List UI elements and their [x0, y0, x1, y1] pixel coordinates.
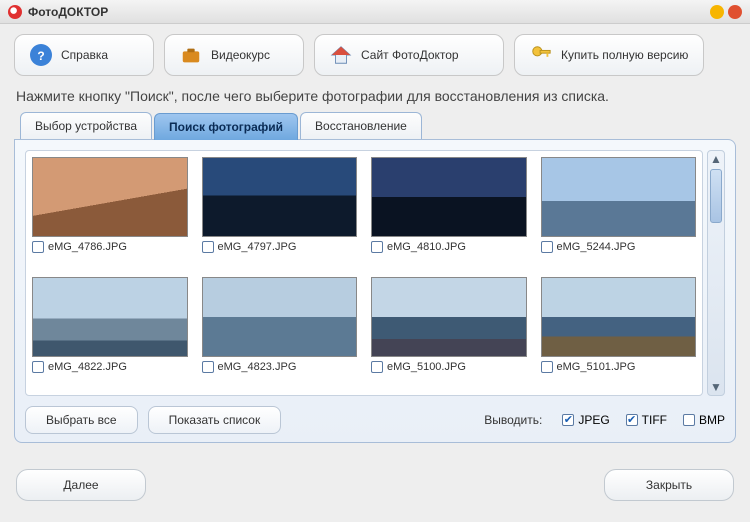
window-title: ФотоДОКТОР: [28, 5, 108, 19]
thumbnail-image: [541, 157, 697, 237]
thumbnail-checkbox[interactable]: [202, 361, 214, 373]
filter-bmp-label: BMP: [699, 413, 725, 427]
output-label: Выводить:: [484, 413, 542, 427]
filter-jpeg-label: JPEG: [578, 413, 609, 427]
search-panel: eMG_4786.JPG eMG_4797.JPG eMG_4810.JPG e…: [14, 139, 736, 443]
site-label: Сайт ФотоДоктор: [361, 48, 459, 62]
thumbnail-item[interactable]: eMG_4786.JPG: [32, 157, 188, 269]
filter-tiff-checkbox[interactable]: [626, 414, 638, 426]
thumbnail-checkbox[interactable]: [371, 241, 383, 253]
thumbnail-item[interactable]: eMG_4823.JPG: [202, 277, 358, 389]
scrollbar[interactable]: ▲ ▼: [707, 150, 725, 396]
thumbnail-image: [541, 277, 697, 357]
thumbnail-filename: eMG_4797.JPG: [218, 241, 297, 253]
svg-text:?: ?: [37, 49, 44, 63]
filter-jpeg-checkbox[interactable]: [562, 414, 574, 426]
scroll-up-icon[interactable]: ▲: [708, 151, 724, 167]
thumbnail-filename: eMG_4786.JPG: [48, 241, 127, 253]
minimize-button[interactable]: [710, 5, 724, 19]
briefcase-icon: [179, 43, 203, 67]
select-all-button[interactable]: Выбрать все: [25, 406, 138, 434]
thumbnail-filename: eMG_5100.JPG: [387, 361, 466, 373]
help-button[interactable]: ? Справка: [14, 34, 154, 76]
thumbnail-checkbox[interactable]: [202, 241, 214, 253]
thumbnail-grid: eMG_4786.JPG eMG_4797.JPG eMG_4810.JPG e…: [25, 150, 703, 396]
thumbnail-checkbox[interactable]: [32, 241, 44, 253]
thumbnail-filename: eMG_4823.JPG: [218, 361, 297, 373]
tab-restore[interactable]: Восстановление: [300, 112, 422, 139]
thumbnail-filename: eMG_5101.JPG: [557, 361, 636, 373]
thumbnail-image: [32, 157, 188, 237]
thumbnail-item[interactable]: eMG_4822.JPG: [32, 277, 188, 389]
thumbnail-item[interactable]: eMG_4797.JPG: [202, 157, 358, 269]
help-label: Справка: [61, 48, 108, 62]
thumbnail-image: [371, 157, 527, 237]
thumbnail-checkbox[interactable]: [32, 361, 44, 373]
close-window-button[interactable]: [728, 5, 742, 19]
site-button[interactable]: Сайт ФотоДоктор: [314, 34, 504, 76]
thumbnail-checkbox[interactable]: [371, 361, 383, 373]
tab-device[interactable]: Выбор устройства: [20, 112, 152, 139]
buy-button[interactable]: Купить полную версию: [514, 34, 704, 76]
scroll-thumb[interactable]: [710, 169, 722, 223]
show-list-button[interactable]: Показать список: [148, 406, 282, 434]
footer: Далее Закрыть: [0, 455, 750, 501]
toolbar: ? Справка Видеокурс Сайт ФотоДоктор Купи…: [14, 34, 736, 76]
thumbnail-item[interactable]: eMG_5100.JPG: [371, 277, 527, 389]
video-course-label: Видеокурс: [211, 48, 270, 62]
help-icon: ?: [29, 43, 53, 67]
next-button[interactable]: Далее: [16, 469, 146, 501]
filter-tiff-label: TIFF: [642, 413, 667, 427]
thumbnail-item[interactable]: eMG_5244.JPG: [541, 157, 697, 269]
titlebar: ФотоДОКТОР: [0, 0, 750, 24]
buy-label: Купить полную версию: [561, 48, 688, 62]
key-icon: [529, 43, 553, 67]
home-icon: [329, 43, 353, 67]
thumbnail-item[interactable]: eMG_4810.JPG: [371, 157, 527, 269]
thumbnail-filename: eMG_4810.JPG: [387, 241, 466, 253]
thumbnail-filename: eMG_4822.JPG: [48, 361, 127, 373]
thumbnail-image: [371, 277, 527, 357]
filter-bmp-checkbox[interactable]: [683, 414, 695, 426]
scroll-down-icon[interactable]: ▼: [708, 379, 724, 395]
instruction-text: Нажмите кнопку "Поиск", после чего выбер…: [16, 88, 734, 104]
thumbnail-image: [202, 157, 358, 237]
thumbnail-checkbox[interactable]: [541, 361, 553, 373]
tab-bar: Выбор устройства Поиск фотографий Восста…: [14, 112, 736, 139]
app-icon: [8, 5, 22, 19]
video-course-button[interactable]: Видеокурс: [164, 34, 304, 76]
close-button[interactable]: Закрыть: [604, 469, 734, 501]
thumbnail-image: [32, 277, 188, 357]
thumbnail-item[interactable]: eMG_5101.JPG: [541, 277, 697, 389]
thumbnail-image: [202, 277, 358, 357]
thumbnail-checkbox[interactable]: [541, 241, 553, 253]
thumbnail-filename: eMG_5244.JPG: [557, 241, 636, 253]
tab-search[interactable]: Поиск фотографий: [154, 113, 298, 140]
